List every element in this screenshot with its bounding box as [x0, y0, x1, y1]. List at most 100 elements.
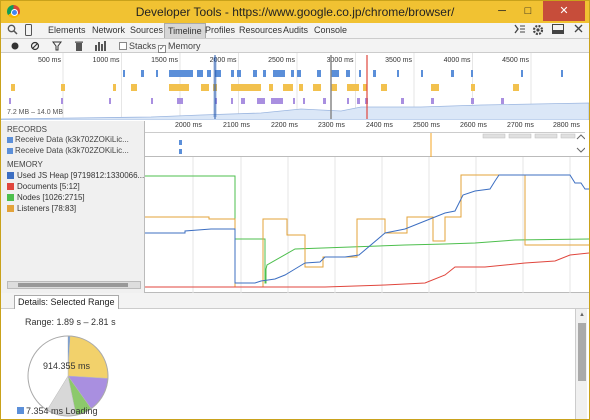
overview-tick-label: 1000 ms — [93, 57, 120, 64]
ruler-tick: 2000 ms — [175, 122, 202, 129]
overview-tick-label: 500 ms — [38, 57, 61, 64]
clear-icon[interactable] — [30, 39, 40, 53]
timeline-overview[interactable]: 500 ms 1000 ms 1500 ms 2000 ms 2500 ms 3000 m… — [1, 53, 589, 120]
counter-nodes[interactable]: Nodes [1026:2715] — [1, 192, 144, 203]
overview-scripting-bar — [513, 84, 519, 91]
loading-swatch — [7, 137, 13, 143]
ruler-tick: 2100 ms — [223, 122, 250, 129]
overview-tick-label: 3500 ms — [385, 57, 412, 64]
overview-loading-bar — [397, 70, 399, 77]
overview-scripting-bar — [61, 84, 65, 91]
overview-rendering-bar — [151, 98, 153, 104]
ruler-tick: 2200 ms — [271, 122, 298, 129]
overview-scripting-bar — [299, 84, 303, 91]
overview-loading-bar — [237, 70, 241, 77]
filter-icon[interactable] — [52, 39, 62, 53]
overview-rendering-bar — [357, 98, 360, 104]
overview-loading-bar — [346, 70, 350, 77]
overview-loading-bar — [207, 70, 211, 77]
stacks-label: Stacks — [129, 41, 157, 51]
frames-view-icon[interactable] — [94, 39, 108, 53]
overview-scripting-bar — [231, 84, 261, 91]
overview-loading-bar — [561, 70, 563, 77]
record-icon[interactable] — [10, 39, 20, 53]
overview-tick-label: 4000 ms — [444, 57, 471, 64]
tab-elements[interactable]: Elements — [45, 23, 89, 38]
overview-loading-bar — [291, 70, 294, 77]
pie-slice-scripting — [67, 335, 109, 379]
counter-js-heap[interactable]: Used JS Heap [9719812:1330066... — [1, 170, 144, 181]
maximize-button[interactable]: □ — [515, 1, 541, 21]
tab-network[interactable]: Network — [89, 23, 128, 38]
timeline-toolbar: Stacks ✓ Memory — [1, 39, 589, 53]
ruler-tick: 2600 ms — [460, 122, 487, 129]
tab-sources[interactable]: Sources — [127, 23, 166, 38]
overview-loading-bar — [231, 70, 234, 77]
settings-gear-icon[interactable] — [531, 24, 545, 38]
overview-loading-bar — [197, 70, 203, 77]
memory-counter-graph[interactable] — [145, 157, 589, 293]
record-row[interactable]: Receive Data (k3k702ZOKiLic... — [1, 145, 144, 156]
overview-rendering-bar — [109, 98, 111, 104]
drawer-toggle-icon[interactable] — [513, 24, 527, 38]
overview-rendering-bar — [347, 98, 349, 104]
overview-rendering-bar — [271, 98, 283, 104]
overview-rendering-bar — [231, 98, 233, 104]
tab-audits[interactable]: Audits — [280, 23, 311, 38]
pie-total-label: 914.355 ms — [43, 361, 91, 371]
device-mode-icon[interactable] — [21, 24, 35, 38]
scrollbar-thumb[interactable] — [578, 323, 586, 381]
overview-loading-bar — [156, 70, 158, 77]
memory-panel: MEMORY Used JS Heap [9719812:1330066... … — [1, 157, 589, 293]
counter-listeners[interactable]: Listeners [78:83] — [1, 203, 144, 214]
overview-rendering-bar — [257, 98, 265, 104]
overview-scripting-bar — [131, 84, 137, 91]
scrollbar-thumb[interactable] — [18, 283, 128, 287]
tab-timeline[interactable]: Timeline — [164, 23, 206, 38]
tab-console[interactable]: Console — [311, 23, 350, 38]
overview-scripting-bar — [269, 84, 273, 91]
overview-tick-label: 1500 ms — [151, 57, 178, 64]
overview-loading-bar — [297, 70, 301, 77]
inspect-icon[interactable] — [5, 24, 19, 38]
overview-rendering-bar — [293, 98, 295, 104]
memory-label: Memory — [168, 41, 201, 51]
tab-resources[interactable]: Resources — [236, 23, 285, 38]
counter-documents[interactable]: Documents [5:12] — [1, 181, 144, 192]
record-row[interactable]: Receive Data (k3k702ZOKiLic... — [1, 134, 144, 145]
close-button[interactable]: ✕ — [543, 1, 585, 21]
records-sidebar: RECORDS Receive Data (k3k702ZOKiLic... R… — [1, 121, 145, 157]
details-tab-bar: Details: Selected Range — [1, 293, 589, 309]
stacks-checkbox[interactable]: Stacks — [119, 39, 156, 53]
records-panel: RECORDS Receive Data (k3k702ZOKiLic... R… — [1, 121, 589, 157]
overview-rendering-bar — [471, 98, 474, 104]
details-scrollbar[interactable]: ▲ — [575, 309, 587, 419]
overview-loading-bar — [263, 70, 266, 77]
garbage-collect-icon[interactable] — [74, 39, 84, 53]
minimize-button[interactable]: ─ — [489, 1, 515, 21]
panel-tab-bar: Elements Network Sources Timeline Profil… — [1, 23, 589, 39]
title-bar: Developer Tools - https://www.google.co.… — [1, 1, 589, 23]
tab-profiles[interactable]: Profiles — [202, 23, 238, 38]
records-flamechart[interactable] — [145, 133, 585, 157]
overview-scripting-bar — [283, 84, 293, 91]
devtools-window: Developer Tools - https://www.google.co.… — [0, 0, 590, 420]
memory-checkbox[interactable]: ✓ Memory — [158, 39, 201, 53]
loading-swatch — [7, 148, 13, 154]
selected-range-text: Range: 1.89 s – 2.81 s — [25, 317, 116, 327]
overview-scripting-bar — [313, 84, 321, 91]
details-panel: Range: 1.89 s – 2.81 s 914.355 ms 7.354 … — [1, 309, 589, 419]
overview-rendering-bar — [303, 98, 305, 104]
memory-range-label: 7.2 MB – 14.0 MB — [7, 109, 64, 116]
ruler-tick: 2500 ms — [413, 122, 440, 129]
scroll-up-icon[interactable]: ▲ — [579, 312, 585, 318]
overview-tick-label: 4500 ms — [502, 57, 529, 64]
counters-scrollbar[interactable] — [7, 281, 141, 289]
tab-details-selected-range[interactable]: Details: Selected Range — [14, 295, 119, 309]
overview-rendering-bar — [61, 98, 63, 104]
overview-loading-bar — [451, 70, 454, 77]
dock-side-icon[interactable] — [551, 24, 565, 38]
overview-scripting-bar — [201, 84, 209, 91]
close-devtools-icon[interactable] — [571, 24, 585, 38]
overview-scripting-bar — [169, 84, 189, 91]
